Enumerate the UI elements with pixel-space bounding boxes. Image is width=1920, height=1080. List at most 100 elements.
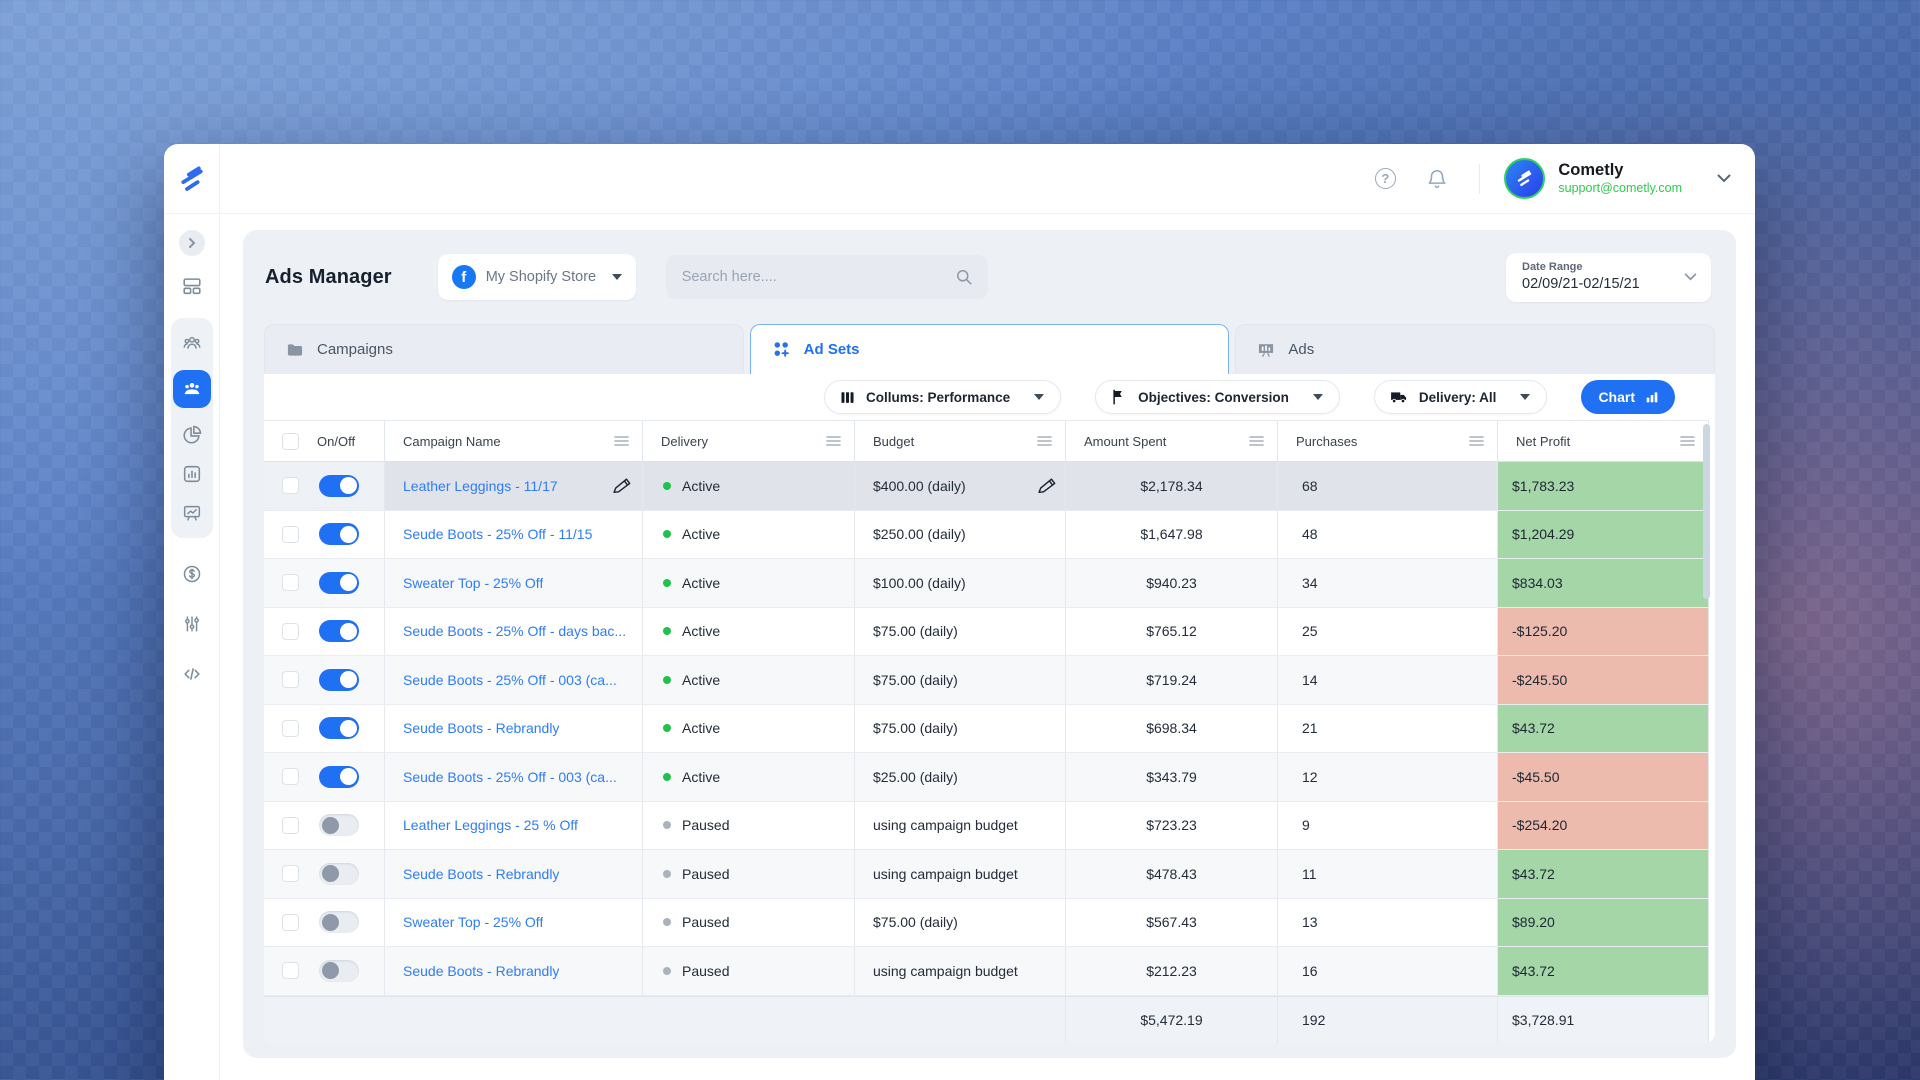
column-menu-icon[interactable] bbox=[1469, 435, 1484, 447]
campaign-name-link[interactable]: Sweater Top - 25% Off bbox=[403, 575, 543, 591]
campaign-name-link[interactable]: Seude Boots - Rebrandly bbox=[403, 866, 559, 882]
sidebar-item-audiences[interactable] bbox=[180, 331, 204, 355]
net-profit-value: $89.20 bbox=[1498, 899, 1709, 947]
delivery-status-dot bbox=[663, 482, 671, 490]
delivery-filter-button[interactable]: Delivery: All bbox=[1374, 380, 1548, 414]
row-checkbox[interactable] bbox=[282, 817, 299, 834]
table-row[interactable]: Seude Boots - 25% Off - 003 (ca... Activ… bbox=[264, 656, 1709, 705]
table-row[interactable]: Seude Boots - Rebrandly Paused using cam… bbox=[264, 850, 1709, 899]
edit-budget-icon[interactable] bbox=[1037, 475, 1058, 496]
sidebar-item-billing[interactable] bbox=[180, 562, 204, 586]
tab-label: Ads bbox=[1288, 341, 1314, 358]
row-checkbox[interactable] bbox=[282, 574, 299, 591]
dropdown-arrow-icon bbox=[1313, 394, 1323, 400]
row-checkbox[interactable] bbox=[282, 623, 299, 640]
campaign-name-link[interactable]: Seude Boots - 25% Off - days bac... bbox=[403, 623, 626, 639]
column-menu-icon[interactable] bbox=[1680, 435, 1695, 447]
select-all-checkbox[interactable] bbox=[282, 433, 299, 450]
vertical-scrollbar[interactable] bbox=[1703, 424, 1710, 599]
date-range-picker[interactable]: Date Range 02/09/21-02/15/21 bbox=[1506, 253, 1711, 302]
delivery-status-dot bbox=[663, 530, 671, 538]
column-header: Delivery bbox=[661, 434, 708, 449]
table-row[interactable]: Sweater Top - 25% Off Paused $75.00 (dai… bbox=[264, 899, 1709, 948]
on-off-toggle[interactable] bbox=[319, 572, 359, 594]
on-off-toggle[interactable] bbox=[319, 523, 359, 545]
campaign-name-link[interactable]: Seude Boots - Rebrandly bbox=[403, 720, 559, 736]
account-menu[interactable]: Cometly support@cometly.com bbox=[1504, 158, 1731, 199]
table-row[interactable]: Seude Boots - 25% Off - 11/15 Active $25… bbox=[264, 511, 1709, 560]
main-area: Ads Manager f My Shopify Store Date Rang… bbox=[220, 214, 1755, 1080]
campaign-name-link[interactable]: Sweater Top - 25% Off bbox=[403, 914, 543, 930]
net-profit-value: -$254.20 bbox=[1498, 802, 1709, 850]
on-off-toggle[interactable] bbox=[319, 960, 359, 982]
sidebar-item-developer-code[interactable] bbox=[180, 662, 204, 686]
net-profit-value: -$245.50 bbox=[1498, 656, 1709, 704]
table-row[interactable]: Sweater Top - 25% Off Active $100.00 (da… bbox=[264, 559, 1709, 608]
campaign-name-link[interactable]: Seude Boots - 25% Off - 003 (ca... bbox=[403, 769, 617, 785]
campaign-name-link[interactable]: Seude Boots - Rebrandly bbox=[403, 963, 559, 979]
sidebar-item-reports-pie[interactable] bbox=[180, 423, 204, 447]
table-row[interactable]: Leather Leggings - 25 % Off Paused using… bbox=[264, 802, 1709, 851]
row-checkbox[interactable] bbox=[282, 768, 299, 785]
campaign-name-link[interactable]: Seude Boots - 25% Off - 003 (ca... bbox=[403, 672, 617, 688]
sidebar-item-dashboard[interactable] bbox=[180, 274, 204, 298]
tab-ads[interactable]: Ads bbox=[1235, 324, 1715, 374]
table-body: Leather Leggings - 11/17 Active $400.00 … bbox=[264, 462, 1709, 996]
sidebar-item-ads-manager-active[interactable] bbox=[173, 370, 211, 408]
budget-value: $75.00 (daily) bbox=[873, 672, 958, 688]
tab-label: Ad Sets bbox=[804, 341, 860, 358]
on-off-toggle[interactable] bbox=[319, 669, 359, 691]
tab-ad-sets[interactable]: Ad Sets bbox=[750, 324, 1230, 374]
on-off-toggle[interactable] bbox=[319, 717, 359, 739]
amount-spent-value: $567.43 bbox=[1066, 899, 1278, 947]
budget-value: using campaign budget bbox=[873, 817, 1018, 833]
budget-value: $75.00 (daily) bbox=[873, 720, 958, 736]
column-menu-icon[interactable] bbox=[826, 435, 841, 447]
table-row[interactable]: Seude Boots - 25% Off - days bac... Acti… bbox=[264, 608, 1709, 657]
row-checkbox[interactable] bbox=[282, 962, 299, 979]
on-off-toggle[interactable] bbox=[319, 911, 359, 933]
net-profit-value: $1,783.23 bbox=[1498, 462, 1709, 510]
row-checkbox[interactable] bbox=[282, 914, 299, 931]
delivery-status: Paused bbox=[682, 866, 729, 882]
sidebar-expand-button[interactable] bbox=[179, 230, 205, 256]
table-row[interactable]: Seude Boots - 25% Off - 003 (ca... Activ… bbox=[264, 753, 1709, 802]
columns-filter-button[interactable]: Collums: Performance bbox=[824, 380, 1061, 414]
edit-name-icon[interactable] bbox=[612, 475, 633, 496]
objectives-filter-button[interactable]: Objectives: Conversion bbox=[1095, 380, 1340, 414]
column-menu-icon[interactable] bbox=[1249, 435, 1264, 447]
campaign-name-link[interactable]: Leather Leggings - 25 % Off bbox=[403, 817, 578, 833]
help-icon[interactable]: ? bbox=[1373, 167, 1397, 191]
column-menu-icon[interactable] bbox=[614, 435, 629, 447]
row-checkbox[interactable] bbox=[282, 671, 299, 688]
tab-campaigns[interactable]: Campaigns bbox=[264, 324, 744, 374]
bell-icon[interactable] bbox=[1425, 167, 1449, 191]
campaign-name-link[interactable]: Leather Leggings - 11/17 bbox=[403, 478, 558, 494]
table-row[interactable]: Seude Boots - Rebrandly Active $75.00 (d… bbox=[264, 705, 1709, 754]
row-checkbox[interactable] bbox=[282, 720, 299, 737]
topbar-divider bbox=[1479, 164, 1480, 194]
table-row[interactable]: Seude Boots - Rebrandly Paused using cam… bbox=[264, 947, 1709, 996]
search-input[interactable] bbox=[682, 269, 954, 285]
delivery-status-dot bbox=[663, 967, 671, 975]
store-selector[interactable]: f My Shopify Store bbox=[438, 254, 636, 300]
sidebar-item-performance-board[interactable] bbox=[180, 501, 204, 525]
on-off-toggle[interactable] bbox=[319, 766, 359, 788]
on-off-toggle[interactable] bbox=[319, 620, 359, 642]
chart-button[interactable]: Chart bbox=[1581, 380, 1675, 414]
row-checkbox[interactable] bbox=[282, 865, 299, 882]
on-off-toggle[interactable] bbox=[319, 475, 359, 497]
purchases-value: 68 bbox=[1278, 462, 1498, 510]
table-row[interactable]: Leather Leggings - 11/17 Active $400.00 … bbox=[264, 462, 1709, 511]
sidebar-item-analytics-bars[interactable] bbox=[180, 462, 204, 486]
app-logo[interactable] bbox=[164, 144, 220, 214]
on-off-toggle[interactable] bbox=[319, 863, 359, 885]
row-checkbox[interactable] bbox=[282, 526, 299, 543]
total-purchases: 192 bbox=[1278, 997, 1498, 1043]
campaign-name-link[interactable]: Seude Boots - 25% Off - 11/15 bbox=[403, 526, 592, 542]
row-checkbox[interactable] bbox=[282, 477, 299, 494]
sidebar-item-settings-sliders[interactable] bbox=[180, 612, 204, 636]
column-header: Budget bbox=[873, 434, 914, 449]
column-menu-icon[interactable] bbox=[1037, 435, 1052, 447]
on-off-toggle[interactable] bbox=[319, 814, 359, 836]
